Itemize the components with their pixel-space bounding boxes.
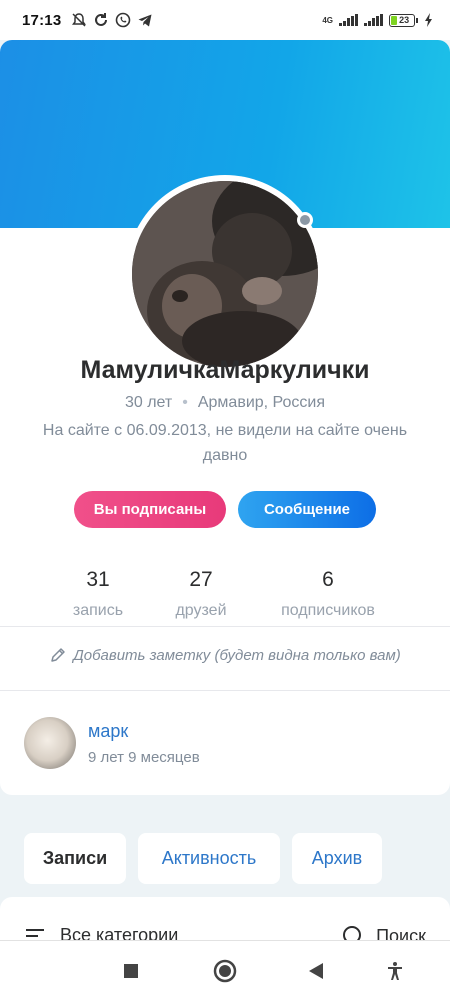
- add-note-button[interactable]: Добавить заметку (будет видна только вам…: [0, 646, 450, 664]
- divider: [0, 690, 450, 691]
- relative-age: 9 лет 9 месяцев: [88, 749, 200, 766]
- message-button[interactable]: Сообщение: [238, 491, 376, 528]
- profile-city: Армавир, Россия: [197, 394, 326, 411]
- subscribed-button[interactable]: Вы подписаны: [74, 491, 226, 528]
- stat-value: 31: [86, 568, 110, 591]
- accessibility-button[interactable]: [383, 959, 407, 983]
- stat-value: 27: [189, 568, 213, 591]
- profile-stats: 31 запись 27 друзей 6 подписчиков: [0, 568, 450, 628]
- status-system-icons: 4G 23: [322, 13, 434, 27]
- stat-label: друзей: [175, 602, 227, 619]
- divider: [0, 626, 450, 627]
- square-icon: [124, 964, 138, 978]
- meta-separator: •: [182, 394, 188, 411]
- whatsapp-icon: [116, 12, 131, 28]
- relative-avatar[interactable]: [24, 717, 76, 769]
- avatar-photo: [132, 181, 318, 367]
- network-type: 4G: [322, 15, 333, 25]
- system-nav-bar: [0, 940, 450, 1000]
- signal-icon: [339, 14, 358, 26]
- back-button[interactable]: [304, 959, 328, 983]
- relative-name[interactable]: марк: [88, 721, 128, 742]
- status-bar: 17:13 4G 23: [0, 0, 450, 40]
- tab-activity[interactable]: Активность: [138, 833, 280, 884]
- stat-posts[interactable]: 31 запись: [66, 568, 130, 620]
- stat-label: подписчиков: [281, 602, 375, 619]
- triangle-back-icon: [309, 963, 323, 979]
- stat-value: 6: [322, 568, 334, 591]
- wall-tabs: Записи Активность Архив: [24, 833, 434, 884]
- muted-bell-icon: [72, 13, 87, 27]
- accessibility-icon: [388, 962, 402, 980]
- profile-last-seen: На сайте с 06.09.2013, не видели на сайт…: [42, 422, 408, 464]
- relative-item[interactable]: марк 9 лет 9 месяцев: [24, 715, 424, 771]
- pencil-icon: [51, 648, 65, 662]
- profile-avatar-frame[interactable]: [126, 175, 324, 373]
- signal-icon-2: [364, 14, 383, 26]
- sync-icon: [95, 13, 108, 26]
- home-button[interactable]: [213, 959, 237, 983]
- status-time: 17:13: [22, 11, 62, 29]
- online-status-dot: [297, 212, 313, 228]
- battery-icon: 23: [389, 13, 418, 27]
- stat-followers[interactable]: 6 подписчиков: [272, 568, 384, 620]
- charging-icon: [425, 13, 432, 27]
- tab-archive[interactable]: Архив: [292, 833, 382, 884]
- telegram-icon: [138, 14, 152, 27]
- circle-icon: [213, 959, 237, 983]
- profile-name: МамуличкаМаркулички: [80, 356, 370, 384]
- status-notification-icons: [71, 12, 153, 28]
- tab-posts[interactable]: Записи: [24, 833, 126, 884]
- stat-friends[interactable]: 27 друзей: [166, 568, 236, 620]
- battery-level: 23: [399, 15, 410, 25]
- profile-card: МамуличкаМаркулички 30 лет • Армавир, Росс…: [0, 40, 450, 795]
- profile-meta: 30 лет • Армавир, Россия: [0, 394, 450, 412]
- profile-avatar[interactable]: [132, 181, 318, 367]
- recent-apps-button[interactable]: [119, 959, 143, 983]
- stat-label: запись: [72, 602, 124, 619]
- profile-age: 30 лет: [124, 394, 173, 411]
- add-note-label: Добавить заметку (будет видна только вам…: [73, 646, 401, 664]
